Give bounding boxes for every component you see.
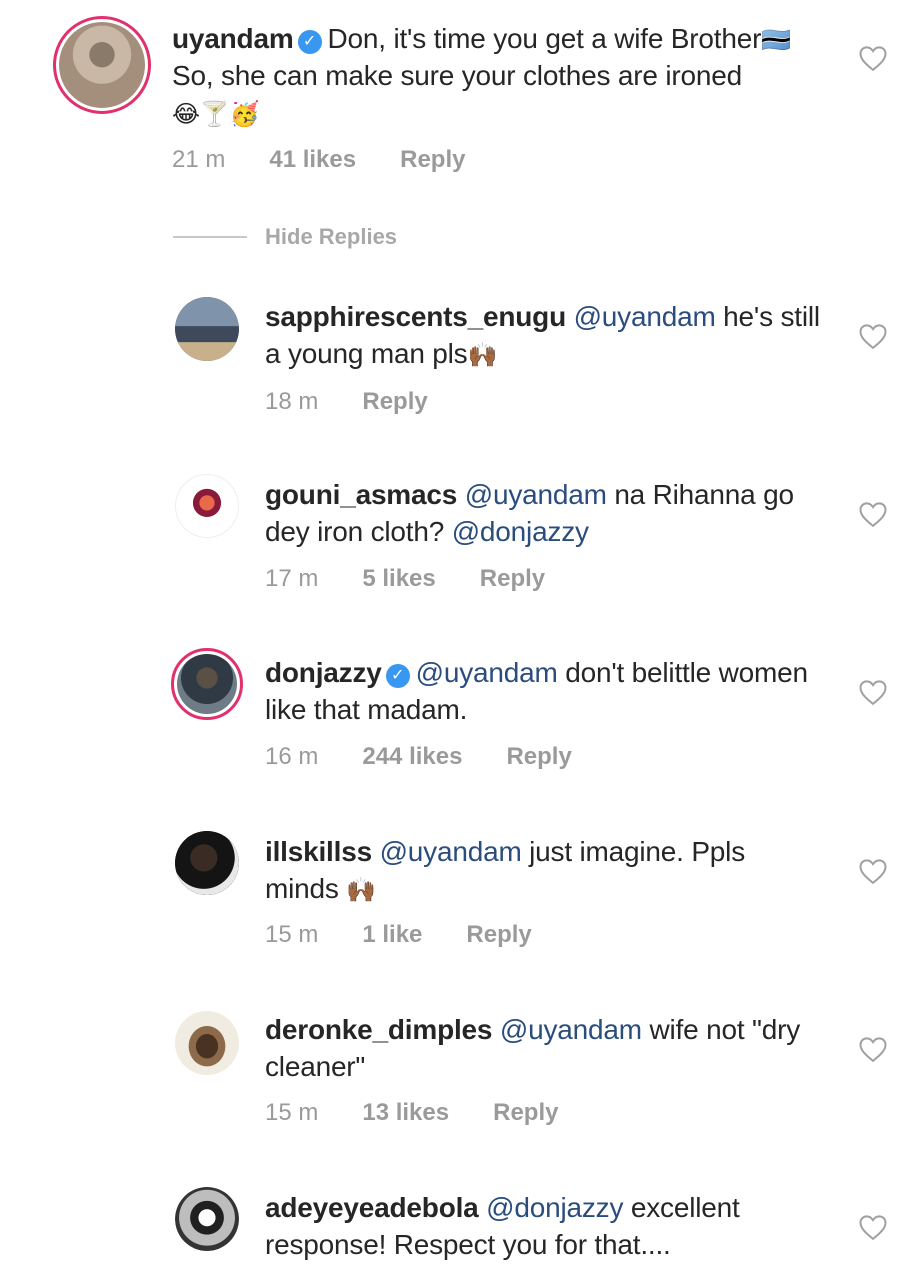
reply-username[interactable]: adeyeyeadebola: [265, 1192, 479, 1223]
raised-hands-emoji: 🙌🏾: [467, 342, 498, 369]
mention-link[interactable]: @uyandam: [500, 1014, 642, 1045]
reply-meta: 17 m 5 likes Reply: [265, 564, 545, 594]
verified-badge-icon: ✓: [297, 30, 322, 54]
verified-badge-icon: ✓: [385, 664, 410, 688]
laughing-emoji-group: 😂🍸🥳: [172, 101, 260, 128]
reply-username[interactable]: deronke_dimples: [265, 1014, 493, 1045]
reply-likes[interactable]: 5 likes: [362, 564, 435, 594]
reply-meta: 18 m Reply: [265, 387, 428, 417]
raised-hands-emoji: 🙌🏾: [346, 877, 376, 904]
reply-username[interactable]: gouni_asmacs: [265, 479, 457, 510]
avatar-image: [175, 831, 239, 895]
reply-meta: 16 m 244 likes Reply: [265, 742, 572, 772]
reply-time: 17 m: [265, 565, 319, 592]
mention-link[interactable]: @uyandam: [574, 301, 716, 332]
avatar-image: [175, 297, 239, 361]
reply-text: gouni_asmacs @uyandam na Rihanna go dey …: [265, 476, 825, 550]
reply-button[interactable]: Reply: [466, 920, 531, 950]
avatar[interactable]: [171, 648, 243, 720]
comment-text: uyandam ✓ Don, it's time you get a wife Br…: [172, 20, 822, 131]
reply-likes[interactable]: 13 likes: [362, 1098, 449, 1128]
flag-emoji: 🇧🇼: [761, 27, 791, 54]
reply-username[interactable]: donjazzy: [265, 657, 382, 688]
hide-replies-button[interactable]: Hide Replies: [173, 222, 397, 252]
heart-outline-icon[interactable]: [858, 322, 888, 350]
reply-item: gouni_asmacs @uyandam na Rihanna go dey …: [0, 468, 923, 618]
reply-text: illskillss @uyandam just imagine. Ppls m…: [265, 833, 825, 907]
reply-likes[interactable]: 244 likes: [362, 742, 462, 772]
reply-item: adeyeyeadebola @donjazzy excellent respo…: [0, 1183, 923, 1284]
comment-time: 21 m: [172, 146, 226, 173]
reply-button[interactable]: Reply: [362, 387, 427, 417]
mention-link[interactable]: @donjazzy: [486, 1192, 623, 1223]
reply-item: donjazzy ✓ @uyandam don't belittle women l…: [0, 646, 923, 796]
reply-meta: 15 m 13 likes Reply: [265, 1098, 558, 1128]
reply-meta: 15 m 1 like Reply: [265, 920, 532, 950]
reply-item: illskillss @uyandam just imagine. Ppls m…: [0, 825, 923, 975]
comment-username[interactable]: uyandam: [172, 23, 294, 54]
avatar[interactable]: [175, 1011, 239, 1075]
mention-link[interactable]: @uyandam: [416, 657, 558, 688]
heart-outline-icon[interactable]: [858, 1035, 888, 1063]
heart-outline-icon[interactable]: [858, 857, 888, 885]
divider-line: [173, 236, 247, 238]
avatar[interactable]: [53, 16, 151, 114]
reply-item: sapphirescents_enugu @uyandam he's still…: [0, 290, 923, 440]
reply-button[interactable]: Reply: [506, 742, 571, 772]
heart-outline-icon[interactable]: [858, 678, 888, 706]
avatar[interactable]: [175, 831, 239, 895]
reply-item: deronke_dimples @uyandam wife not "dry c…: [0, 1003, 923, 1153]
reply-likes[interactable]: 1 like: [362, 920, 422, 950]
comment-main: uyandam ✓ Don, it's time you get a wife Br…: [0, 0, 923, 200]
reply-text: donjazzy ✓ @uyandam don't belittle women l…: [265, 654, 825, 728]
mention-link[interactable]: @uyandam: [465, 479, 607, 510]
comment-body-part1: Don, it's time you get a wife Brother: [327, 23, 762, 54]
reply-time: 18 m: [265, 388, 319, 415]
reply-button[interactable]: Reply: [493, 1098, 558, 1128]
reply-button[interactable]: Reply: [480, 564, 545, 594]
avatar-image: [176, 475, 238, 537]
mention-link[interactable]: @uyandam: [380, 836, 522, 867]
avatar-image: [175, 1011, 239, 1075]
reply-text: sapphirescents_enugu @uyandam he's still…: [265, 298, 825, 372]
heart-outline-icon[interactable]: [858, 44, 888, 72]
reply-time: 15 m: [265, 921, 319, 948]
reply-text: adeyeyeadebola @donjazzy excellent respo…: [265, 1189, 825, 1263]
avatar-image: [59, 22, 145, 108]
avatar-image: [177, 654, 237, 714]
avatar[interactable]: [175, 297, 239, 361]
avatar[interactable]: [175, 1187, 239, 1251]
reply-username[interactable]: sapphirescents_enugu: [265, 301, 566, 332]
reply-button[interactable]: Reply: [400, 145, 465, 175]
avatar-image: [175, 1187, 239, 1251]
reply-time: 15 m: [265, 1099, 319, 1126]
heart-outline-icon[interactable]: [858, 500, 888, 528]
comment-body-part2: So, she can make sure your clothes are i…: [172, 60, 742, 91]
reply-username[interactable]: illskillss: [265, 836, 372, 867]
reply-text: deronke_dimples @uyandam wife not "dry c…: [265, 1011, 825, 1085]
avatar[interactable]: [175, 474, 239, 538]
reply-time: 16 m: [265, 743, 319, 770]
hide-replies-label: Hide Replies: [265, 224, 398, 249]
mention-link[interactable]: @donjazzy: [452, 516, 589, 547]
heart-outline-icon[interactable]: [858, 1213, 888, 1241]
comment-meta: 21 m 41 likes Reply: [172, 145, 465, 175]
comment-likes[interactable]: 41 likes: [269, 145, 356, 175]
